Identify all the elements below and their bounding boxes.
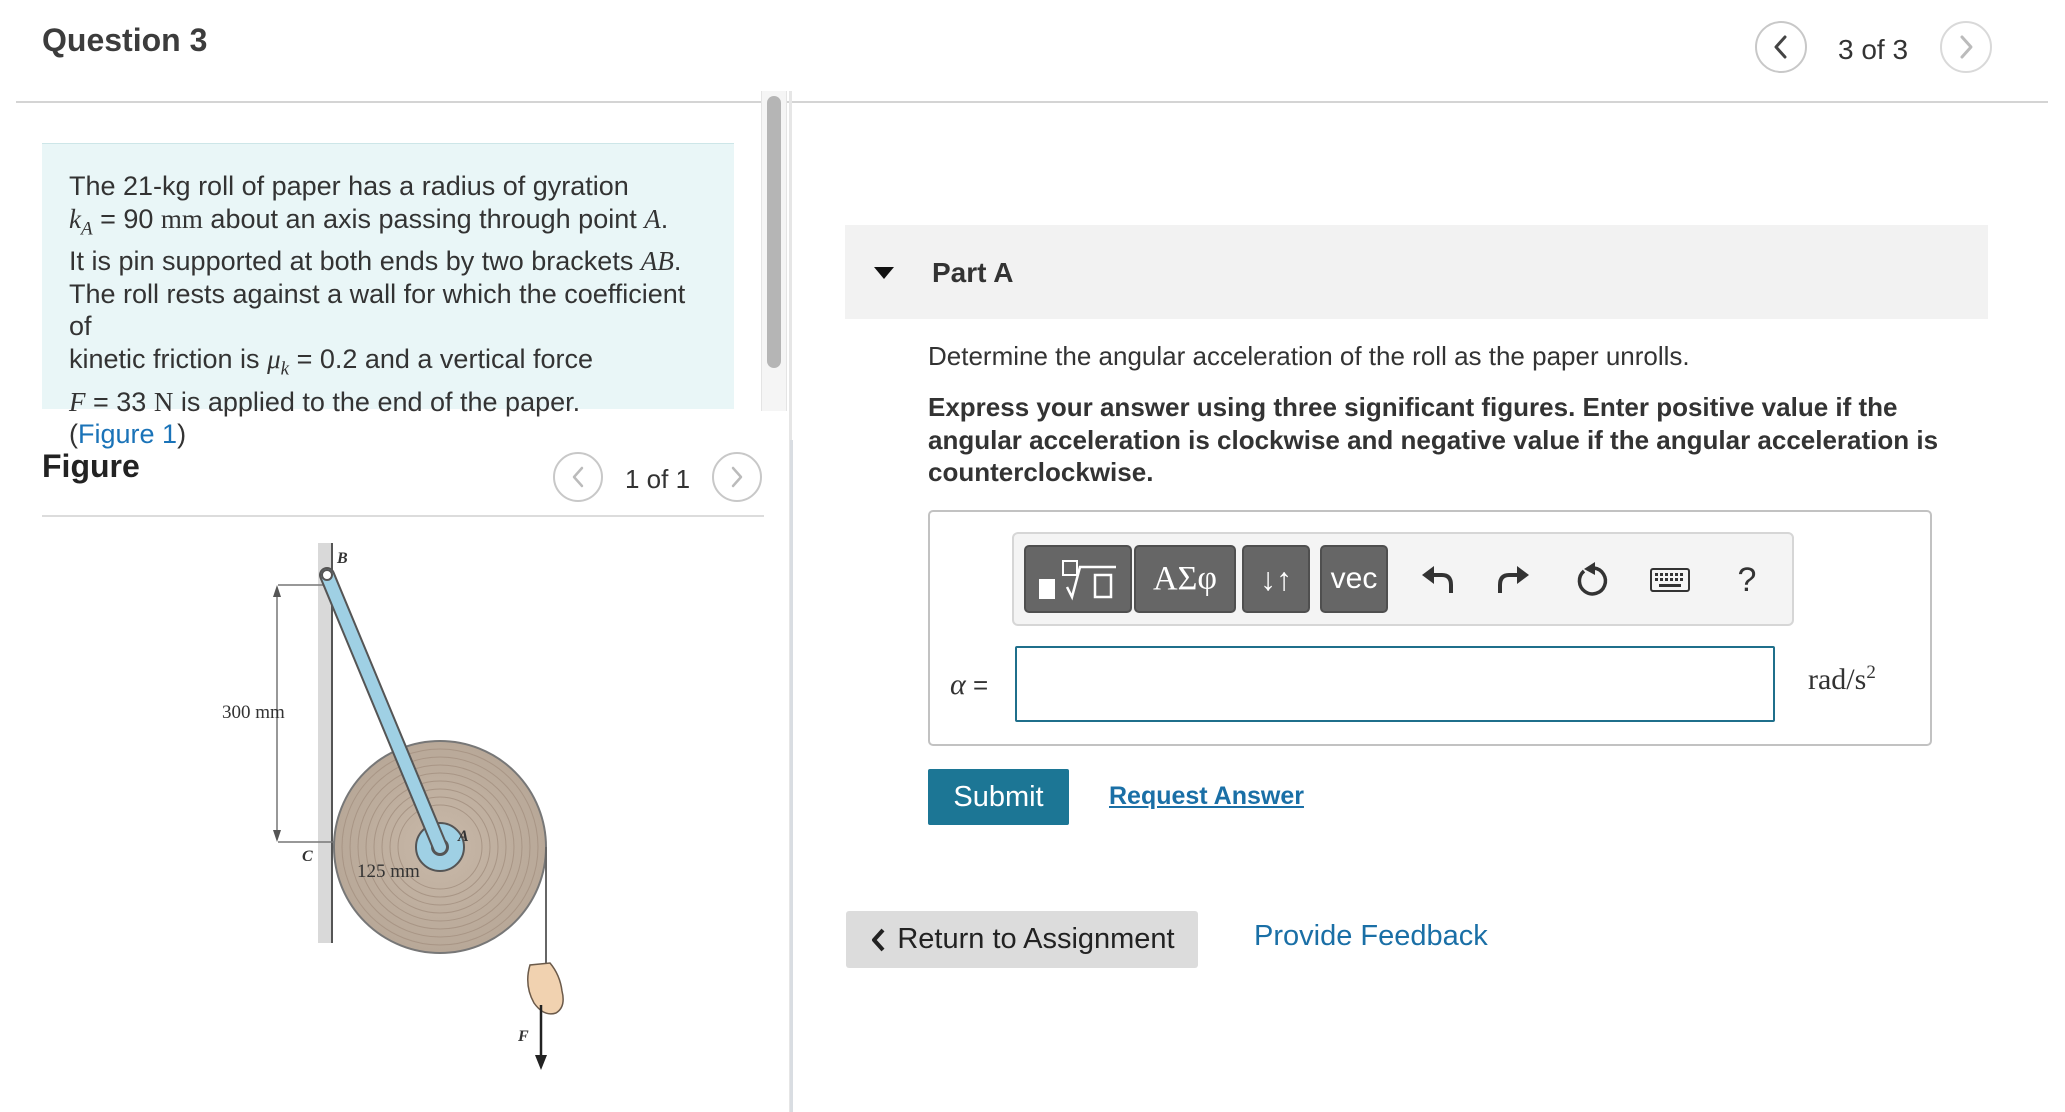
question-text: Determine the angular acceleration of th… — [928, 341, 1690, 371]
answer-unit: rad/s2 — [1808, 662, 1876, 696]
problem-line: It is pin supported at both ends by two … — [69, 246, 682, 277]
subscript-superscript-button[interactable]: ↓↑ — [1242, 545, 1310, 613]
problem-line: The 21-kg roll of paper has a radius of … — [69, 171, 629, 201]
reset-icon — [1577, 562, 1608, 596]
label-c: C — [302, 848, 313, 865]
vector-button[interactable]: vec — [1320, 545, 1388, 613]
templates-button[interactable] — [1024, 545, 1132, 613]
problem-line: The roll rests against a wall for which … — [69, 278, 686, 342]
answer-variable-label: α = — [950, 668, 989, 701]
undo-button[interactable] — [1412, 555, 1462, 605]
figure-divider — [42, 515, 764, 517]
wall — [318, 543, 332, 943]
next-figure-button[interactable] — [712, 452, 762, 502]
greek-symbols-button[interactable]: ΑΣφ — [1134, 545, 1236, 613]
return-label: Return to Assignment — [897, 923, 1175, 955]
part-title: Part A — [932, 257, 1014, 288]
pane-divider-lower — [790, 440, 793, 1112]
previous-figure-button[interactable] — [553, 452, 603, 502]
provide-feedback-link[interactable]: Provide Feedback — [1254, 920, 1488, 953]
figure-link[interactable]: Figure 1 — [78, 419, 177, 449]
problem-line: (Figure 1) — [69, 419, 187, 450]
next-question-button[interactable] — [1940, 21, 1992, 73]
question-title: Question 3 — [42, 22, 208, 58]
problem-line: kA = 90 mm about an axis passing through… — [69, 203, 669, 239]
previous-question-button[interactable] — [1755, 21, 1807, 73]
chevron-left-icon — [872, 928, 885, 951]
figure-heading: Figure — [42, 448, 140, 484]
answer-input[interactable] — [1015, 646, 1775, 722]
keyboard-button[interactable] — [1645, 555, 1695, 605]
hand — [527, 962, 564, 1015]
help-button[interactable]: ? — [1722, 555, 1772, 605]
label-125mm: 125 mm — [357, 861, 420, 882]
label-a: A — [457, 828, 469, 845]
header-divider — [16, 101, 2048, 103]
templates-icon — [1039, 560, 1116, 601]
chevron-right-icon — [731, 466, 743, 488]
redo-icon — [1498, 566, 1529, 593]
redo-button[interactable] — [1489, 555, 1539, 605]
label-f: F — [517, 1028, 529, 1045]
keyboard-icon — [1650, 568, 1690, 592]
part-a-header[interactable] — [845, 225, 1988, 319]
request-answer-link[interactable]: Request Answer — [1109, 782, 1304, 811]
caret-down-icon[interactable] — [873, 265, 895, 281]
problem-statement: The 21-kg roll of paper has a radius of … — [42, 143, 734, 449]
scrollbar-thumb[interactable] — [767, 96, 781, 368]
figure-counter: 1 of 1 — [625, 464, 691, 494]
chevron-left-icon — [1774, 35, 1787, 59]
answer-instructions: Express your answer using three signific… — [928, 392, 1939, 487]
label-b: B — [336, 550, 348, 567]
paper-roll-figure: B 300 mm C A 125 mm F — [222, 543, 564, 1070]
submit-button[interactable]: Submit — [928, 769, 1069, 825]
problem-line: F = 33 N is applied to the end of the pa… — [69, 386, 581, 417]
return-to-assignment-button[interactable]: Return to Assignment — [846, 911, 1198, 968]
reset-button[interactable] — [1568, 555, 1618, 605]
question-counter: 3 of 3 — [1838, 34, 1909, 65]
label-300mm: 300 mm — [222, 702, 285, 723]
chevron-left-icon — [572, 466, 584, 488]
undo-icon — [1422, 566, 1453, 593]
chevron-right-icon — [1960, 35, 1973, 59]
problem-line: kinetic friction is μk = 0.2 and a verti… — [69, 343, 593, 380]
